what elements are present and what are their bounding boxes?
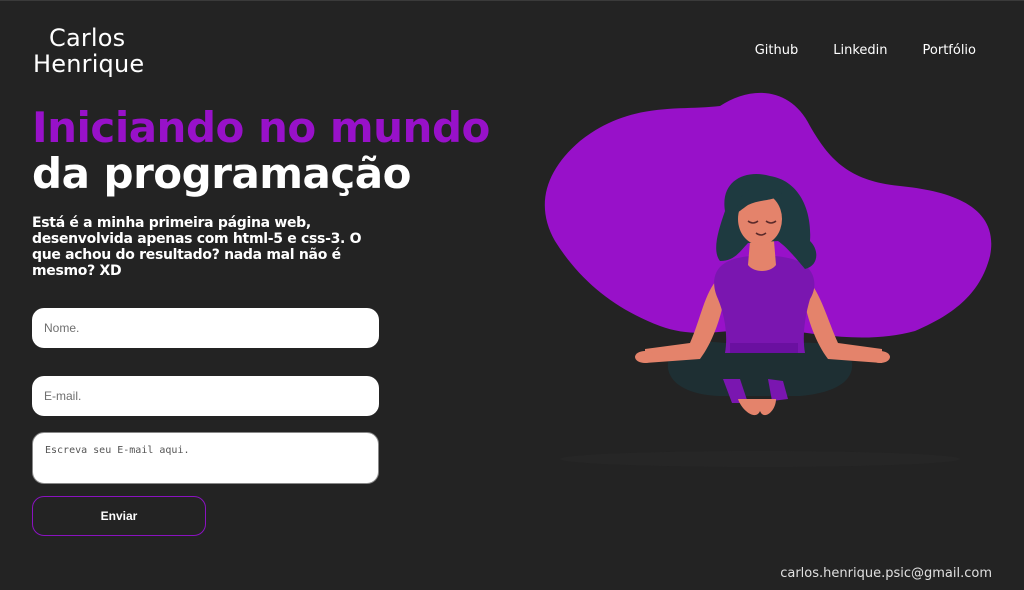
meditating-woman-illustration (544, 92, 992, 467)
logo-line-1: Carlos (49, 24, 126, 52)
nav-link-linkedin[interactable]: Linkedin (833, 43, 887, 58)
main-nav: Github Linkedin Portfólio (755, 43, 976, 58)
right-hand (870, 351, 890, 363)
hero-title-line-1: Iniciando no mundo (32, 103, 490, 152)
footer-email[interactable]: carlos.henrique.psic@gmail.com (780, 566, 992, 581)
left-hand (635, 351, 655, 363)
neck (748, 241, 776, 271)
waistband (730, 343, 798, 353)
hero-title-line-2: da programação (32, 149, 411, 198)
message-textarea[interactable] (32, 432, 379, 484)
site-logo: Carlos Henrique (33, 25, 144, 77)
email-input[interactable] (32, 376, 379, 416)
nav-link-github[interactable]: Github (755, 43, 799, 58)
name-input[interactable] (32, 308, 379, 348)
ground-shadow (560, 451, 960, 467)
logo-line-2: Henrique (33, 50, 145, 78)
hero-title: Iniciando no mundo da programação (32, 105, 490, 197)
toes (738, 399, 776, 416)
nav-link-portfolio[interactable]: Portfólio (923, 43, 976, 58)
submit-button[interactable]: Enviar (32, 496, 206, 536)
hero-description: Está é a minha primeira página web, dese… (32, 215, 362, 279)
